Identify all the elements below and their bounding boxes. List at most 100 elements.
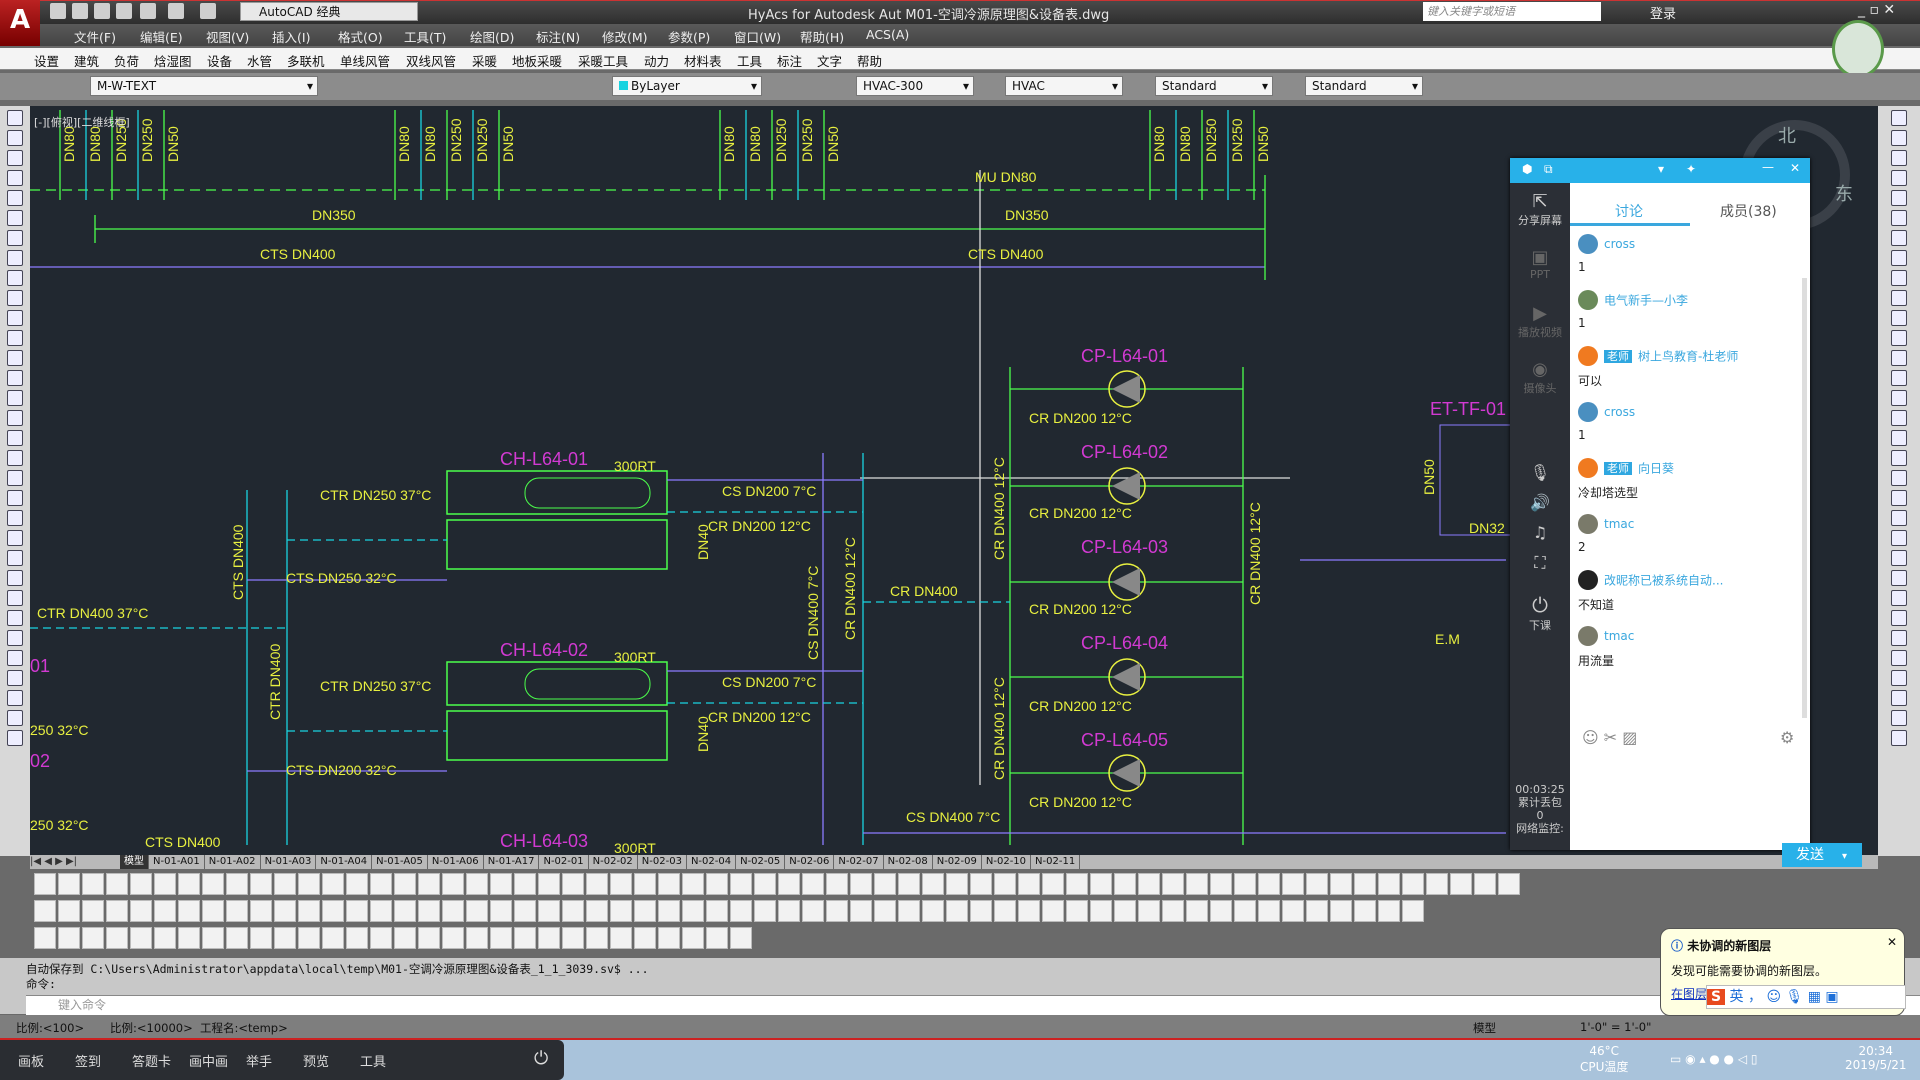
- hyacs-tool-button[interactable]: [898, 873, 920, 895]
- hyacs-tool-button[interactable]: [466, 900, 488, 922]
- hyacs-tool-button[interactable]: [1282, 873, 1304, 895]
- classbar-item[interactable]: 画板: [18, 1051, 44, 1070]
- scale-dropdown[interactable]: 比例:<100>: [16, 1020, 84, 1036]
- hyacs-tool-button[interactable]: [850, 873, 872, 895]
- layout-tab[interactable]: N-01-A05: [372, 855, 428, 869]
- hyacs-tool-button[interactable]: [778, 900, 800, 922]
- hyacs-menu-item[interactable]: 采暖: [472, 51, 497, 70]
- hyacs-tool-button[interactable]: [82, 873, 104, 895]
- tool-button[interactable]: [1891, 490, 1907, 506]
- hyacs-tool-button[interactable]: [1114, 900, 1136, 922]
- tool-button[interactable]: [1891, 190, 1907, 206]
- hyacs-tool-button[interactable]: [706, 900, 728, 922]
- hyacs-tool-button[interactable]: [1402, 873, 1424, 895]
- layout-tab[interactable]: N-02-04: [687, 855, 737, 869]
- layout-tab[interactable]: N-01-A01: [149, 855, 205, 869]
- audio-controls[interactable]: 🎙 🔊 ♫ ⛶: [1510, 458, 1570, 578]
- avatar[interactable]: [1578, 514, 1598, 534]
- avatar[interactable]: [1578, 626, 1598, 646]
- tool-button[interactable]: [7, 210, 23, 226]
- hyacs-tool-button[interactable]: [874, 873, 896, 895]
- hyacs-tool-button[interactable]: [1090, 873, 1112, 895]
- hyacs-tool-button[interactable]: [994, 873, 1016, 895]
- tool-button[interactable]: [7, 150, 23, 166]
- tool-button[interactable]: [7, 390, 23, 406]
- tool-button[interactable]: [1891, 570, 1907, 586]
- hyacs-tool-button[interactable]: [418, 900, 440, 922]
- hyacs-tool-button[interactable]: [682, 873, 704, 895]
- tool-button[interactable]: [1891, 130, 1907, 146]
- hyacs-menu-item[interactable]: 设备: [207, 51, 232, 70]
- hyacs-tool-button[interactable]: [274, 900, 296, 922]
- tool-button[interactable]: [1891, 350, 1907, 366]
- hyacs-tool-button[interactable]: [394, 873, 416, 895]
- mleader-style-dropdown[interactable]: Standard: [1305, 76, 1423, 96]
- hyacs-tool-button[interactable]: [610, 900, 632, 922]
- tool-button[interactable]: [7, 370, 23, 386]
- chat-scrollbar[interactable]: [1802, 278, 1807, 718]
- hyacs-menu-item[interactable]: 帮助: [857, 51, 882, 70]
- hyacs-tool-button[interactable]: [586, 873, 608, 895]
- hyacs-tool-button[interactable]: [226, 873, 248, 895]
- tool-button[interactable]: [1891, 710, 1907, 726]
- pin-icon[interactable]: ✦: [1686, 162, 1696, 176]
- avatar[interactable]: [1578, 234, 1598, 254]
- hyacs-tool-button[interactable]: [178, 873, 200, 895]
- share-screen-button[interactable]: ⇱ 分享屏幕: [1510, 191, 1570, 228]
- workspace-dropdown[interactable]: AutoCAD 经典: [240, 2, 418, 21]
- hyacs-tool-button[interactable]: [370, 873, 392, 895]
- menu-item[interactable]: 插入(I): [272, 27, 310, 46]
- hyacs-tool-button[interactable]: [418, 873, 440, 895]
- hyacs-tool-button[interactable]: [130, 900, 152, 922]
- layout-tab[interactable]: N-01-A03: [261, 855, 317, 869]
- tool-button[interactable]: [1891, 390, 1907, 406]
- tool-button[interactable]: [7, 450, 23, 466]
- save-icon[interactable]: [94, 3, 110, 19]
- hyacs-tool-button[interactable]: [226, 900, 248, 922]
- hyacs-tool-button[interactable]: [394, 900, 416, 922]
- layout-tab[interactable]: N-02-11: [1031, 855, 1081, 869]
- tool-button[interactable]: [7, 690, 23, 706]
- tool-button[interactable]: [1891, 630, 1907, 646]
- hyacs-tool-button[interactable]: [1114, 873, 1136, 895]
- classbar-item[interactable]: 工具: [360, 1051, 386, 1070]
- hyacs-tool-button[interactable]: [1090, 900, 1112, 922]
- hyacs-tool-button[interactable]: [682, 927, 704, 949]
- hyacs-tool-button[interactable]: [682, 900, 704, 922]
- tool-button[interactable]: [1891, 510, 1907, 526]
- chat-message-input[interactable]: [1576, 753, 1804, 833]
- menu-item[interactable]: 格式(O): [338, 27, 383, 46]
- hyacs-tool-button[interactable]: [250, 927, 272, 949]
- hyacs-tool-button[interactable]: [202, 900, 224, 922]
- hyacs-tool-button[interactable]: [730, 927, 752, 949]
- hyacs-tool-button[interactable]: [442, 873, 464, 895]
- sender-name[interactable]: cross: [1604, 405, 1635, 419]
- annotation-scale[interactable]: 1'-0" = 1'-0": [1580, 1020, 1651, 1034]
- hyacs-tool-button[interactable]: [1234, 900, 1256, 922]
- tool-button[interactable]: [7, 230, 23, 246]
- hyacs-tool-button[interactable]: [1450, 873, 1472, 895]
- tool-button[interactable]: [7, 430, 23, 446]
- layer-dropdown[interactable]: M-W-TEXT: [90, 76, 318, 96]
- classbar-item[interactable]: 预览: [303, 1051, 329, 1070]
- sender-name[interactable]: cross: [1604, 237, 1635, 251]
- hyacs-tool-button[interactable]: [874, 900, 896, 922]
- avatar[interactable]: [1578, 290, 1598, 310]
- hyacs-tool-button[interactable]: [34, 873, 56, 895]
- popout-icon[interactable]: ⧉: [1544, 162, 1553, 177]
- tool-button[interactable]: [1891, 690, 1907, 706]
- hyacs-tool-button[interactable]: [634, 900, 656, 922]
- avatar[interactable]: [1578, 346, 1598, 366]
- hyacs-menu-item[interactable]: 材料表: [684, 51, 722, 70]
- hyacs-tool-button[interactable]: [1258, 900, 1280, 922]
- tool-button[interactable]: [7, 590, 23, 606]
- hyacs-tool-button[interactable]: [202, 873, 224, 895]
- hyacs-tool-button[interactable]: [1018, 873, 1040, 895]
- chat-input-tools[interactable]: ☺ ✂ ▨: [1582, 728, 1637, 747]
- hyacs-tool-button[interactable]: [994, 900, 1016, 922]
- hyacs-tool-button[interactable]: [634, 927, 656, 949]
- hyacs-tool-button[interactable]: [658, 873, 680, 895]
- tool-button[interactable]: [7, 290, 23, 306]
- hyacs-tool-button[interactable]: [922, 900, 944, 922]
- hyacs-menu-item[interactable]: 动力: [644, 51, 669, 70]
